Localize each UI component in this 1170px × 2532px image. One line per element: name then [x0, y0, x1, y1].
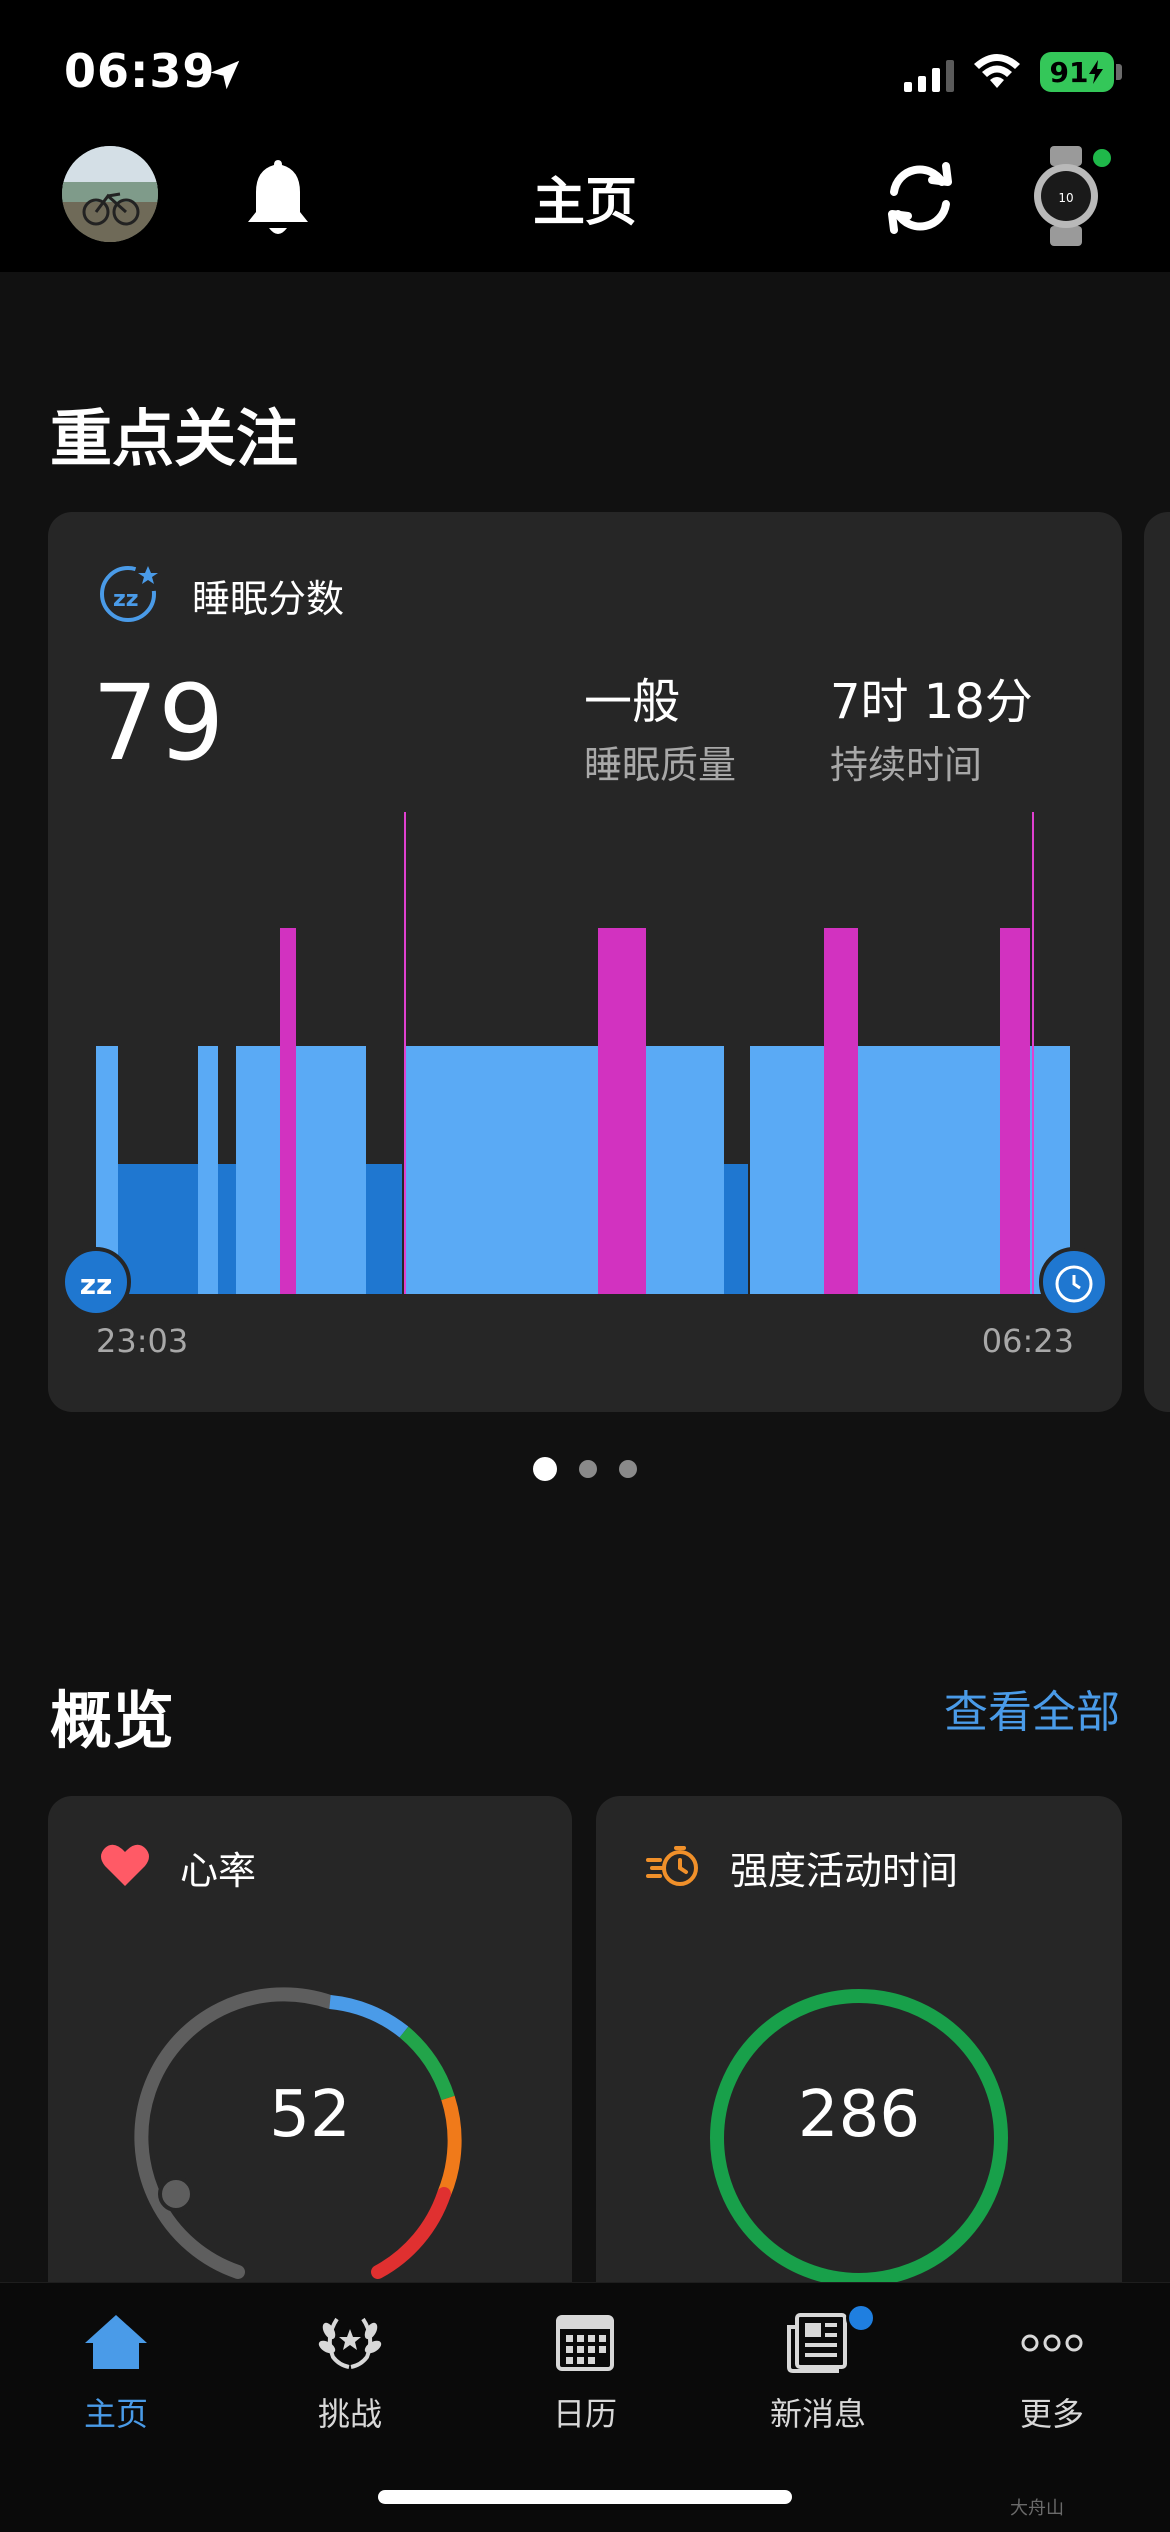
tab-challenges[interactable]: 挑战	[250, 2307, 450, 2435]
tab-challenges-label: 挑战	[317, 2395, 382, 2433]
pager-dot-2[interactable]	[579, 1460, 597, 1478]
location-arrow-icon	[210, 60, 240, 90]
tab-more-label: 更多	[1019, 2395, 1084, 2433]
page-title: 主页	[532, 173, 637, 233]
tab-more[interactable]: 更多	[952, 2307, 1152, 2435]
sleep-start-time: 23:03	[96, 1322, 189, 1360]
sync-icon[interactable]	[880, 158, 960, 238]
focus-pager[interactable]	[0, 1457, 1170, 1481]
home-screen: 06:39 91 主页 10 重点关注 zz 睡眠分数 79 一般 睡眠质量 7…	[0, 0, 1170, 2532]
heart-rate-card[interactable]: 心率 52	[48, 1796, 572, 2356]
battery-tip	[1116, 64, 1122, 80]
tab-home-label: 主页	[83, 2395, 148, 2433]
top-bar: 06:39 91 主页 10	[0, 0, 1170, 272]
wifi-icon	[974, 54, 1020, 88]
home-icon	[85, 2315, 147, 2369]
overview-section-title: 概览	[50, 1684, 175, 1757]
tab-newsfeed-label: 新消息	[769, 2395, 866, 2433]
tab-calendar-label: 日历	[552, 2395, 617, 2433]
pager-dot-1[interactable]	[533, 1457, 557, 1481]
sleep-end-marker	[1039, 1247, 1109, 1317]
watermark: 大舟山	[1010, 2498, 1064, 2519]
sleep-end-time: 06:23	[981, 1322, 1074, 1360]
tab-newsfeed[interactable]: 新消息	[718, 2303, 918, 2435]
heart-rate-value: 52	[269, 2078, 351, 2152]
tab-home[interactable]: 主页	[16, 2307, 216, 2435]
charging-bolt-icon	[1089, 60, 1104, 84]
battery-indicator: 91	[1040, 52, 1114, 92]
see-all-link[interactable]: 查看全部	[944, 1676, 1120, 1740]
status-time: 06:39	[64, 44, 216, 98]
home-indicator[interactable]	[378, 2490, 792, 2504]
calendar-icon	[556, 2315, 614, 2371]
newspaper-icon	[787, 2313, 847, 2373]
heart-rate-gauge	[134, 1987, 462, 2279]
sleep-start-marker: zz	[61, 1247, 131, 1317]
newsfeed-unread-badge	[846, 2303, 876, 2333]
next-focus-card-peek[interactable]	[1144, 512, 1170, 1412]
tab-calendar[interactable]: 日历	[485, 2307, 685, 2435]
intensity-minutes-value: 286	[797, 2078, 921, 2152]
pager-dot-3[interactable]	[619, 1460, 637, 1478]
device-connected-dot	[1090, 146, 1114, 170]
intensity-minutes-card[interactable]: 强度活动时间 286	[596, 1796, 1122, 2356]
cellular-signal-icon	[904, 60, 954, 92]
focus-section-title: 重点关注	[50, 402, 299, 475]
battery-level: 91	[1049, 55, 1089, 89]
sleep-chart-light	[96, 1046, 1070, 1294]
svg-text:zz: zz	[80, 1268, 113, 1301]
svg-text:10: 10	[1058, 191, 1073, 205]
laurel-icon	[318, 2317, 382, 2369]
more-icon	[1021, 2334, 1083, 2352]
sleep-score-card[interactable]: zz 睡眠分数 79 一般 睡眠质量 7时 18分 持续时间 zz 23:03 …	[48, 512, 1122, 1412]
intensity-ring	[710, 1989, 1008, 2287]
sleep-stage-chart: zz	[61, 812, 1109, 1317]
